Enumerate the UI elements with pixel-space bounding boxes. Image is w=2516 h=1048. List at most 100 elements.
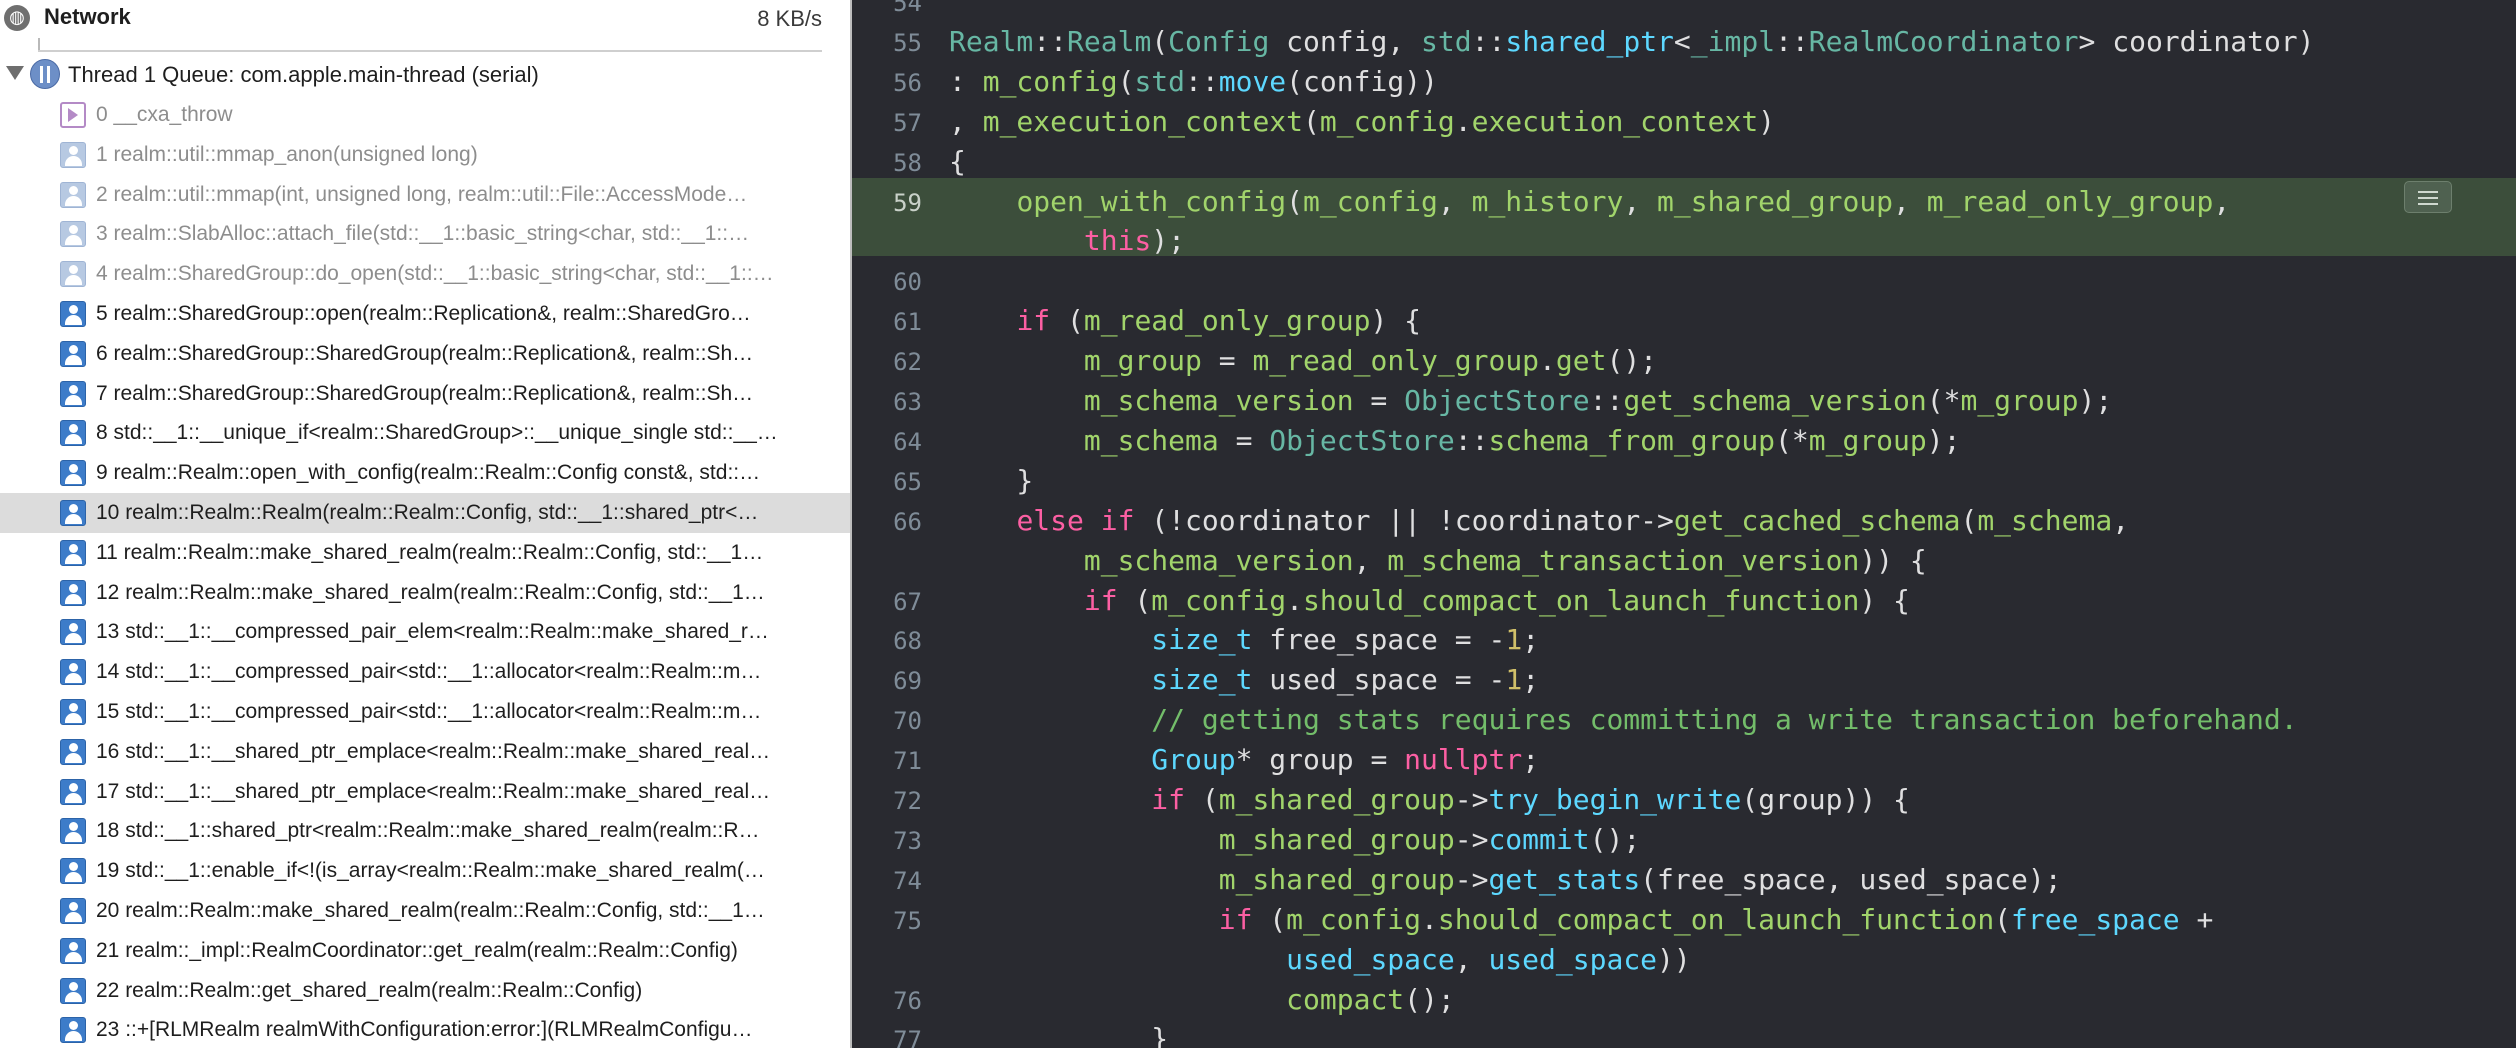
code-line[interactable]: 63 m_schema_version = ObjectStore::get_s… (852, 381, 2516, 421)
stack-frame-label: 0 __cxa_throw (96, 103, 233, 126)
code-line[interactable]: 64 m_schema = ObjectStore::schema_from_g… (852, 421, 2516, 461)
code-line[interactable]: 65 } (852, 461, 2516, 501)
stack-frame-row[interactable]: 12 realm::Realm::make_shared_realm(realm… (0, 573, 850, 613)
code-line[interactable]: 60 (852, 261, 2516, 301)
line-number: 59 (893, 188, 922, 217)
source-editor[interactable]: 54 55 Realm::Realm(Config config, std::sha… (852, 0, 2516, 1048)
code-text: m_schema = ObjectStore::schema_from_grou… (949, 423, 1961, 457)
stack-frame-row[interactable]: 6 realm::SharedGroup::SharedGroup(realm:… (0, 334, 850, 374)
code-token: -> (1454, 862, 1489, 896)
code-token: RealmCoordinator (1808, 24, 2079, 58)
code-line[interactable]: 61 if (m_read_only_group) { (852, 301, 2516, 341)
code-line[interactable]: 59 open_with_config(m_config, m_history,… (852, 182, 2516, 222)
code-token: (!coordinator || !coordinator-> (1134, 503, 1674, 537)
code-line[interactable]: used_space, used_space)) (852, 940, 2516, 980)
code-token: else if (1016, 503, 1135, 537)
debug-navigator: ◍ Network 8 KB/s Thread 1 Queue: com.app… (0, 0, 850, 1048)
stack-frame-row[interactable]: 5 realm::SharedGroup::open(realm::Replic… (0, 294, 850, 334)
code-token: m_schema_version (1083, 543, 1354, 577)
network-rate: 8 KB/s (757, 6, 822, 31)
stack-frame-label: 11 realm::Realm::make_shared_realm(realm… (96, 540, 764, 564)
stack-frame-row[interactable]: 20 realm::Realm::make_shared_realm(realm… (0, 891, 850, 931)
code-line[interactable]: 57, m_execution_context(m_config.executi… (852, 102, 2516, 142)
code-token: (group)) { (1741, 783, 1910, 816)
line-number: 56 (893, 68, 922, 97)
stack-frame-label: 23 ::+[RLMRealm realmWithConfiguration:e… (96, 1018, 753, 1042)
issue-menu-icon[interactable] (2404, 181, 2452, 213)
code-line[interactable]: 56: m_config(std::move(config)) (852, 62, 2516, 102)
stack-frame-row[interactable]: 18 std::__1::shared_ptr<realm::Realm::ma… (0, 811, 850, 851)
code-line[interactable]: 62 m_group = m_read_only_group.get(); (852, 341, 2516, 381)
code-line[interactable]: 73 m_shared_group->commit(); (852, 820, 2516, 860)
code-token: m_schema (1083, 423, 1219, 457)
stack-frame-row[interactable]: 13 std::__1::__compressed_pair_elem<real… (0, 612, 850, 652)
code-token: )) (1657, 942, 1691, 976)
stack-frame-row[interactable]: 22 realm::Realm::get_shared_realm(realm:… (0, 971, 850, 1011)
code-token: ( (1117, 583, 1152, 617)
code-token: this (1083, 224, 1152, 258)
stack-frame-row[interactable]: 1 realm::util::mmap_anon(unsigned long) (0, 135, 850, 175)
code-token: used_space (1286, 942, 1455, 976)
code-text: m_group = m_read_only_group.get(); (949, 344, 1657, 377)
stack-frame-label: 19 std::__1::enable_if<!(is_array<realm:… (96, 859, 765, 883)
code-token: m_read_only_group (1926, 184, 2214, 218)
stack-frame-row[interactable]: 3 realm::SlabAlloc::attach_file(std::__1… (0, 214, 850, 254)
code-line[interactable]: 69 size_t used_space = -1; (852, 660, 2516, 700)
line-number: 67 (893, 587, 922, 616)
stack-frame-row[interactable]: 2 realm::util::mmap(int, unsigned long, … (0, 175, 850, 215)
code-line[interactable]: 76 compact(); (852, 980, 2516, 1020)
code-token: } (949, 463, 1034, 497)
code-line[interactable]: 77 } (852, 1019, 2516, 1048)
code-line[interactable]: 71 Group* group = nullptr; (852, 740, 2516, 780)
stack-frame-row[interactable]: 4 realm::SharedGroup::do_open(std::__1::… (0, 254, 850, 294)
user-frame-icon (60, 340, 86, 367)
stack-frame-row[interactable]: 7 realm::SharedGroup::SharedGroup(realm:… (0, 374, 850, 414)
disclosure-triangle-icon[interactable] (6, 66, 24, 80)
code-line[interactable]: 74 m_shared_group->get_stats(free_space,… (852, 860, 2516, 900)
code-token: (config)) (1286, 64, 1438, 98)
thread-row[interactable]: Thread 1 Queue: com.apple.main-thread (s… (0, 56, 850, 94)
code-line[interactable]: 75 if (m_config.should_compact_on_launch… (852, 900, 2516, 940)
code-token: :: (1589, 384, 1624, 417)
code-line[interactable]: 68 size_t free_space = -1; (852, 620, 2516, 660)
code-text: used_space, used_space)) (949, 943, 1691, 976)
code-token: ( (1151, 24, 1169, 58)
code-token: nullptr (1404, 743, 1523, 777)
code-line[interactable]: 72 if (m_shared_group->try_begin_write(g… (852, 780, 2516, 820)
user-frame-icon (60, 937, 86, 964)
code-token: m_config (1151, 583, 1287, 617)
code-line[interactable]: 70 // getting stats requires committing … (852, 700, 2516, 740)
network-gauge-row[interactable]: ◍ Network 8 KB/s (0, 0, 850, 52)
code-text: Group* group = nullptr; (949, 743, 1539, 776)
code-line[interactable]: 55 Realm::Realm(Config config, std::share… (852, 22, 2516, 62)
code-line[interactable]: this); (852, 221, 2516, 261)
stack-frame-row[interactable]: 11 realm::Realm::make_shared_realm(realm… (0, 533, 850, 573)
stack-frame-label: 13 std::__1::__compressed_pair_elem<real… (96, 620, 769, 644)
line-number: 70 (893, 707, 922, 736)
stack-frame-row[interactable]: 21 realm::_impl::RealmCoordinator::get_r… (0, 931, 850, 971)
stack-frame-row[interactable]: 16 std::__1::__shared_ptr_emplace<realm:… (0, 732, 850, 772)
code-line[interactable]: 66 else if (!coordinator || !coordinator… (852, 501, 2516, 541)
code-line[interactable]: 58 { (852, 142, 2516, 182)
stack-frame-row[interactable]: 23 ::+[RLMRealm realmWithConfiguration:e… (0, 1010, 850, 1048)
code-token: get_stats (1488, 862, 1641, 896)
code-line[interactable]: 67 if (m_config.should_compact_on_launch… (852, 581, 2516, 621)
stack-frame-row[interactable]: 17 std::__1::__shared_ptr_emplace<realm:… (0, 772, 850, 812)
code-line[interactable]: m_schema_version, m_schema_transaction_v… (852, 541, 2516, 581)
code-token: if (1083, 583, 1118, 617)
stack-frame-row[interactable]: 0 __cxa_throw (0, 95, 850, 135)
code-token: size_t (1151, 623, 1253, 657)
code-token: open_with_config (1016, 184, 1287, 218)
code-token: execution_context (1471, 104, 1759, 138)
code-token: move (1218, 64, 1287, 98)
stack-frame-row[interactable]: 9 realm::Realm::open_with_config(realm::… (0, 453, 850, 493)
stack-frame-row[interactable]: 8 std::__1::__unique_if<realm::SharedGro… (0, 413, 850, 453)
stack-frame-row[interactable]: 10 realm::Realm::Realm(realm::Realm::Con… (0, 493, 850, 533)
stack-frame-row[interactable]: 19 std::__1::enable_if<!(is_array<realm:… (0, 851, 850, 891)
code-token: // getting stats requires committing a w… (1151, 703, 2298, 737)
line-number: 58 (893, 148, 922, 177)
stack-frame-row[interactable]: 14 std::__1::__compressed_pair<std::__1:… (0, 652, 850, 692)
code-line[interactable]: 54 (852, 0, 2516, 22)
stack-frame-row[interactable]: 15 std::__1::__compressed_pair<std::__1:… (0, 692, 850, 732)
